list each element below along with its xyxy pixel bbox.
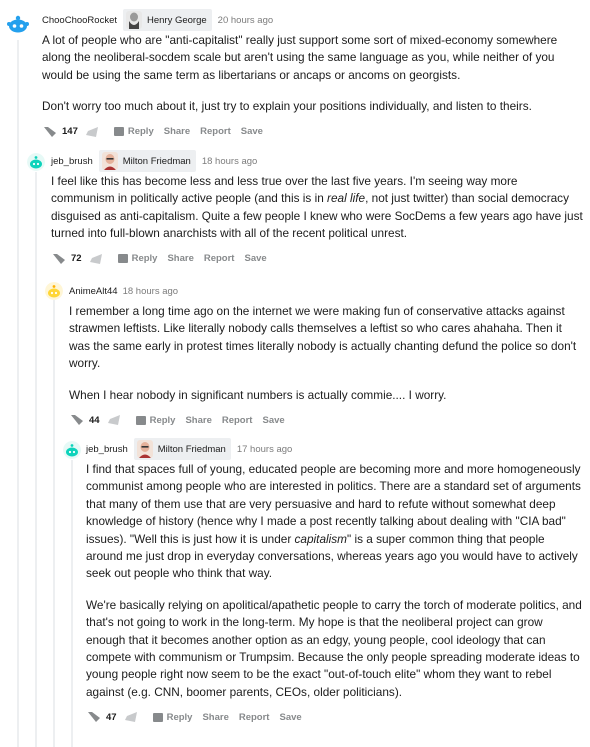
username[interactable]: ChooChooRocket	[42, 15, 117, 26]
save-button[interactable]: Save	[241, 126, 263, 137]
reply-button[interactable]: Reply	[113, 126, 154, 137]
comment-1: ChooChooRocket Henry George 20 hours ago…	[42, 8, 582, 142]
comment-paragraph: When I hear nobody in significant number…	[69, 387, 447, 402]
vote-score: 47	[106, 711, 117, 723]
comment-paragraph: I feel like this has become less and les…	[51, 174, 583, 241]
reply-icon	[152, 712, 163, 722]
timestamp[interactable]: 18 hours ago	[123, 286, 178, 297]
vote-score: 72	[71, 253, 82, 265]
save-button[interactable]: Save	[262, 415, 284, 426]
thread-line-level3[interactable]	[71, 460, 73, 747]
report-button[interactable]: Report	[222, 415, 253, 426]
comment-actions: 72 Reply Share Report Save	[51, 249, 583, 269]
flair-label: Milton Friedman	[157, 443, 226, 455]
user-flair: Milton Friedman	[98, 150, 196, 172]
upvote-icon[interactable]	[42, 125, 58, 139]
comment-paragraph: I remember a long time ago on the intern…	[69, 304, 577, 371]
comment-body: A lot of people who are "anti-capitalist…	[42, 32, 582, 116]
reply-button[interactable]: Reply	[117, 253, 157, 264]
milton-friedman-flair-icon	[136, 440, 153, 458]
reply-icon	[117, 254, 128, 264]
flair-label: Milton Friedman	[122, 155, 191, 167]
comment-actions: 47 Reply Share Report Save	[86, 707, 582, 727]
reply-button[interactable]: Reply	[135, 415, 175, 426]
upvote-icon[interactable]	[86, 710, 102, 724]
user-flair: Milton Friedman	[133, 438, 231, 460]
comment-paragraph: Don't worry too much about it, just try …	[42, 99, 532, 114]
reply-icon	[135, 415, 146, 425]
share-button[interactable]: Share	[202, 712, 228, 723]
report-button[interactable]: Report	[200, 126, 231, 137]
milton-friedman-flair-icon	[101, 152, 118, 170]
comment-header: jeb_brush Milton Friedman 18 hours ago	[51, 149, 583, 173]
downvote-icon[interactable]	[106, 413, 122, 427]
comment-body: I find that spaces full of young, educat…	[86, 461, 582, 701]
comment-header: jeb_brush Milton Friedman 17 hours ago	[86, 437, 582, 461]
thread-line-level1[interactable]	[35, 172, 37, 747]
thread-line-level2[interactable]	[53, 300, 55, 747]
downvote-icon[interactable]	[123, 710, 139, 724]
snoo-avatar-icon[interactable]	[63, 441, 81, 459]
vote-score: 147	[62, 126, 78, 138]
username[interactable]: AnimeAlt44	[69, 286, 118, 297]
share-button[interactable]: Share	[164, 126, 190, 137]
user-flair: Henry George	[123, 9, 212, 31]
share-button[interactable]: Share	[185, 415, 211, 426]
comment-body: I remember a long time ago on the intern…	[69, 303, 583, 404]
comment-2: jeb_brush Milton Friedman 18 hours ago I…	[51, 149, 583, 269]
upvote-icon[interactable]	[69, 413, 85, 427]
timestamp[interactable]: 18 hours ago	[202, 156, 257, 167]
comment-paragraph: We're basically relying on apolitical/ap…	[86, 597, 582, 699]
reply-button[interactable]: Reply	[152, 712, 192, 723]
username[interactable]: jeb_brush	[51, 156, 93, 167]
report-button[interactable]: Report	[239, 712, 270, 723]
comment-header: AnimeAlt44 18 hours ago	[69, 279, 583, 303]
henry-george-flair-icon	[126, 11, 142, 29]
timestamp[interactable]: 17 hours ago	[237, 444, 292, 455]
reply-icon	[113, 127, 124, 137]
share-button[interactable]: Share	[167, 253, 193, 264]
comment-actions: 147 Reply Share Report Save	[42, 122, 582, 142]
snoo-avatar-icon[interactable]	[6, 12, 30, 36]
report-button[interactable]: Report	[204, 253, 235, 264]
timestamp[interactable]: 20 hours ago	[218, 15, 273, 26]
comment-3: AnimeAlt44 18 hours ago I remember a lon…	[69, 279, 583, 430]
downvote-icon[interactable]	[88, 252, 104, 266]
comment-body: I feel like this has become less and les…	[51, 173, 583, 243]
comment-paragraph: I find that spaces full of young, educat…	[86, 462, 581, 581]
comment-4: jeb_brush Milton Friedman 17 hours ago I…	[86, 437, 582, 727]
snoo-avatar-icon[interactable]	[45, 282, 63, 300]
save-button[interactable]: Save	[279, 712, 301, 723]
vote-score: 44	[89, 414, 100, 426]
comment-paragraph: A lot of people who are "anti-capitalist…	[42, 33, 558, 82]
thread-line-root[interactable]	[17, 40, 19, 747]
save-button[interactable]: Save	[244, 253, 266, 264]
flair-label: Henry George	[147, 14, 207, 26]
username[interactable]: jeb_brush	[86, 444, 128, 455]
upvote-icon[interactable]	[51, 252, 67, 266]
snoo-avatar-icon[interactable]	[27, 153, 45, 171]
downvote-icon[interactable]	[84, 125, 100, 139]
comment-header: ChooChooRocket Henry George 20 hours ago	[42, 8, 582, 32]
comment-actions: 44 Reply Share Report Save	[69, 410, 583, 430]
